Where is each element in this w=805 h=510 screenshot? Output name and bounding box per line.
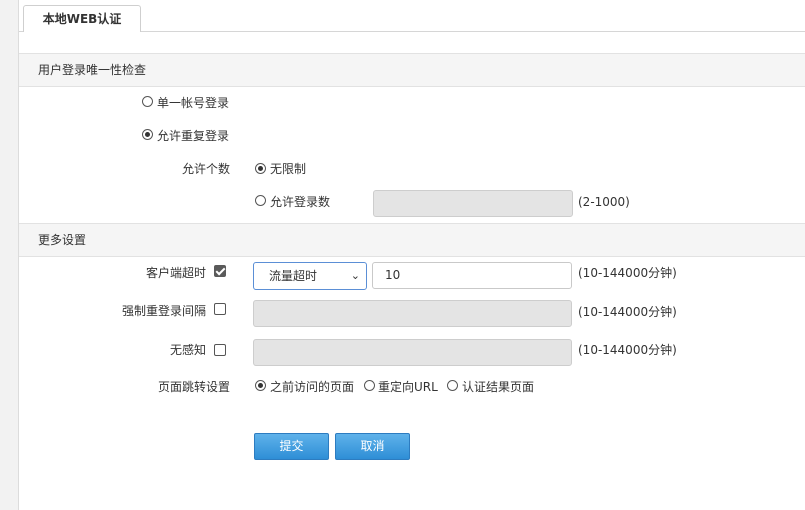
client-timeout-range: (10-144000分钟) bbox=[578, 266, 677, 280]
redirect-result-label: 认证结果页面 bbox=[462, 380, 535, 394]
redirect-previous-radio[interactable] bbox=[255, 380, 266, 391]
redirect-url-radio[interactable] bbox=[364, 380, 375, 391]
seamless-label: 无感知 bbox=[169, 343, 206, 357]
chevron-down-icon: ⌄ bbox=[350, 269, 360, 282]
single-account-label: 单一帐号登录 bbox=[157, 96, 230, 110]
redirect-label: 页面跳转设置 bbox=[157, 380, 230, 394]
unlimited-label: 无限制 bbox=[270, 162, 307, 176]
seamless-checkbox[interactable] bbox=[214, 344, 226, 356]
client-timeout-label: 客户端超时 bbox=[145, 266, 206, 280]
tab-local-web-auth[interactable]: 本地WEB认证 bbox=[23, 5, 141, 32]
forced-relogin-range: (10-144000分钟) bbox=[578, 305, 677, 319]
seamless-range: (10-144000分钟) bbox=[578, 343, 677, 357]
redirect-url-label: 重定向URL bbox=[378, 380, 438, 394]
single-account-radio[interactable] bbox=[142, 96, 153, 107]
unlimited-radio[interactable] bbox=[255, 163, 266, 174]
login-count-range: (2-1000) bbox=[578, 195, 630, 209]
forced-relogin-label: 强制重登录间隔 bbox=[121, 304, 206, 318]
timeout-mode-select[interactable]: 流量超时 ⌄ bbox=[253, 262, 367, 290]
login-count-input[interactable] bbox=[373, 190, 573, 217]
redirect-previous-label: 之前访问的页面 bbox=[270, 380, 355, 394]
allow-repeat-radio[interactable] bbox=[142, 129, 153, 140]
redirect-result-radio[interactable] bbox=[447, 380, 458, 391]
section-title: 用户登录唯一性检查 bbox=[38, 63, 147, 77]
section-title: 更多设置 bbox=[38, 233, 87, 247]
seamless-input[interactable] bbox=[253, 339, 572, 366]
timeout-mode-value: 流量超时 bbox=[269, 269, 318, 283]
forced-relogin-checkbox[interactable] bbox=[214, 303, 226, 315]
left-sidebar-strip bbox=[0, 0, 19, 510]
section-header-unique-login: 用户登录唯一性检查 bbox=[19, 53, 805, 87]
submit-button[interactable]: 提交 bbox=[254, 433, 329, 460]
login-count-label: 允许登录数 bbox=[270, 195, 331, 209]
allow-repeat-label: 允许重复登录 bbox=[157, 129, 230, 143]
cancel-button[interactable]: 取消 bbox=[335, 433, 410, 460]
client-timeout-checkbox[interactable] bbox=[214, 265, 226, 277]
section-header-more-settings: 更多设置 bbox=[19, 223, 805, 257]
client-timeout-input[interactable]: 10 bbox=[372, 262, 572, 289]
forced-relogin-input[interactable] bbox=[253, 300, 572, 327]
allow-count-label: 允许个数 bbox=[181, 162, 230, 176]
tab-bar: 本地WEB认证 bbox=[19, 0, 805, 32]
login-count-radio[interactable] bbox=[255, 195, 266, 206]
